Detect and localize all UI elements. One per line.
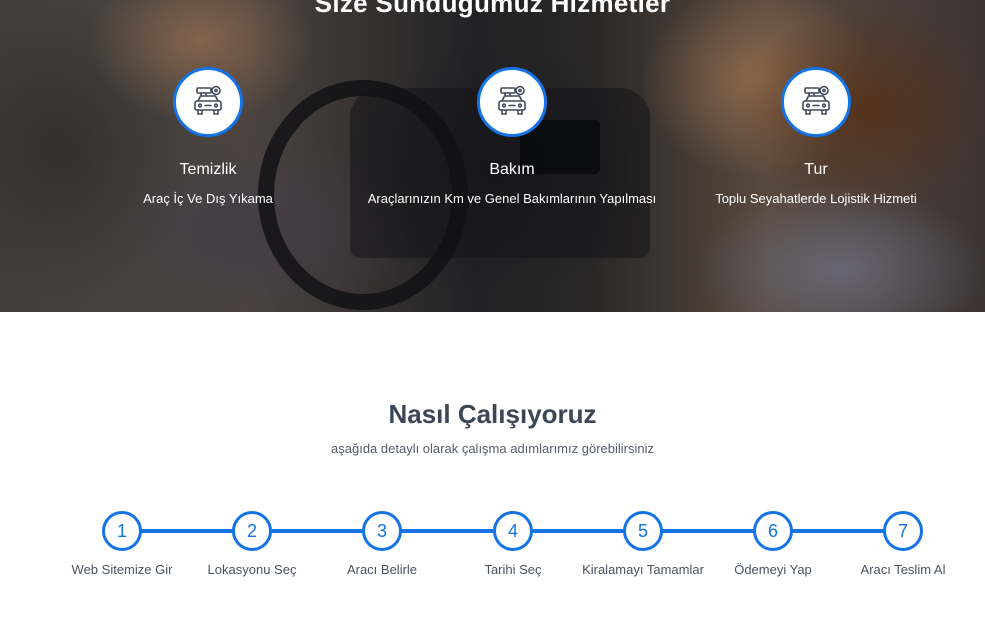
step-3: 3 Aracı Belirle	[307, 511, 457, 577]
service-description: Toplu Seyahatlerde Lojistik Hizmeti	[715, 191, 917, 206]
service-card-tur: Tur Toplu Seyahatlerde Lojistik Hizmeti	[666, 67, 966, 207]
how-it-works-subtitle: aşağıda detaylı olarak çalışma adımlarım…	[331, 441, 654, 456]
step-4: 4 Tarihi Seç	[438, 511, 588, 577]
step-number-circle: 5	[623, 511, 663, 551]
step-2: 2 Lokasyonu Seç	[177, 511, 327, 577]
service-description: Araç İç Ve Dış Yıkama	[143, 191, 273, 206]
how-it-works-title: Nasıl Çalışıyoruz	[388, 399, 597, 429]
step-label: Tarihi Seç	[484, 562, 542, 577]
step-label: Aracı Belirle	[346, 562, 418, 577]
car-key-icon	[194, 85, 222, 115]
step-1: 1 Web Sitemize Gir	[47, 511, 197, 577]
service-title: Bakım	[489, 161, 535, 178]
service-description: Araçlarınızın Km ve Genel Bakımlarının Y…	[367, 191, 657, 206]
service-icon-circle	[781, 67, 851, 137]
service-card-temizlik: Temizlik Araç İç Ve Dış Yıkama	[58, 67, 358, 207]
step-label: Web Sitemize Gir	[71, 562, 173, 577]
step-5: 5 Kiralamayı Tamamlar	[568, 511, 718, 577]
service-card-bakim: Bakım Araçlarınızın Km ve Genel Bakımlar…	[362, 67, 662, 207]
step-number-circle: 7	[883, 511, 923, 551]
step-label: Aracı Teslim Al	[860, 562, 946, 577]
step-number-circle: 6	[753, 511, 793, 551]
step-number-circle: 4	[493, 511, 533, 551]
step-label: Kiralamayı Tamamlar	[582, 562, 704, 577]
step-label: Ödemeyi Yap	[734, 562, 812, 577]
step-7: 7 Aracı Teslim Al	[828, 511, 978, 577]
step-number-circle: 1	[102, 511, 142, 551]
step-6: 6 Ödemeyi Yap	[698, 511, 848, 577]
step-number-circle: 3	[362, 511, 402, 551]
car-key-icon	[802, 85, 830, 115]
service-icon-circle	[477, 67, 547, 137]
car-key-icon	[498, 85, 526, 115]
services-hero: Size Sunduğumuz Hizmetler Temizlik Araç …	[0, 0, 985, 312]
service-title: Tur	[804, 161, 828, 178]
service-title: Temizlik	[179, 161, 237, 178]
step-label: Lokasyonu Seç	[207, 562, 297, 577]
services-list: Temizlik Araç İç Ve Dış Yıkama Bakım Ara…	[0, 0, 985, 312]
service-icon-circle	[173, 67, 243, 137]
step-number-circle: 2	[232, 511, 272, 551]
